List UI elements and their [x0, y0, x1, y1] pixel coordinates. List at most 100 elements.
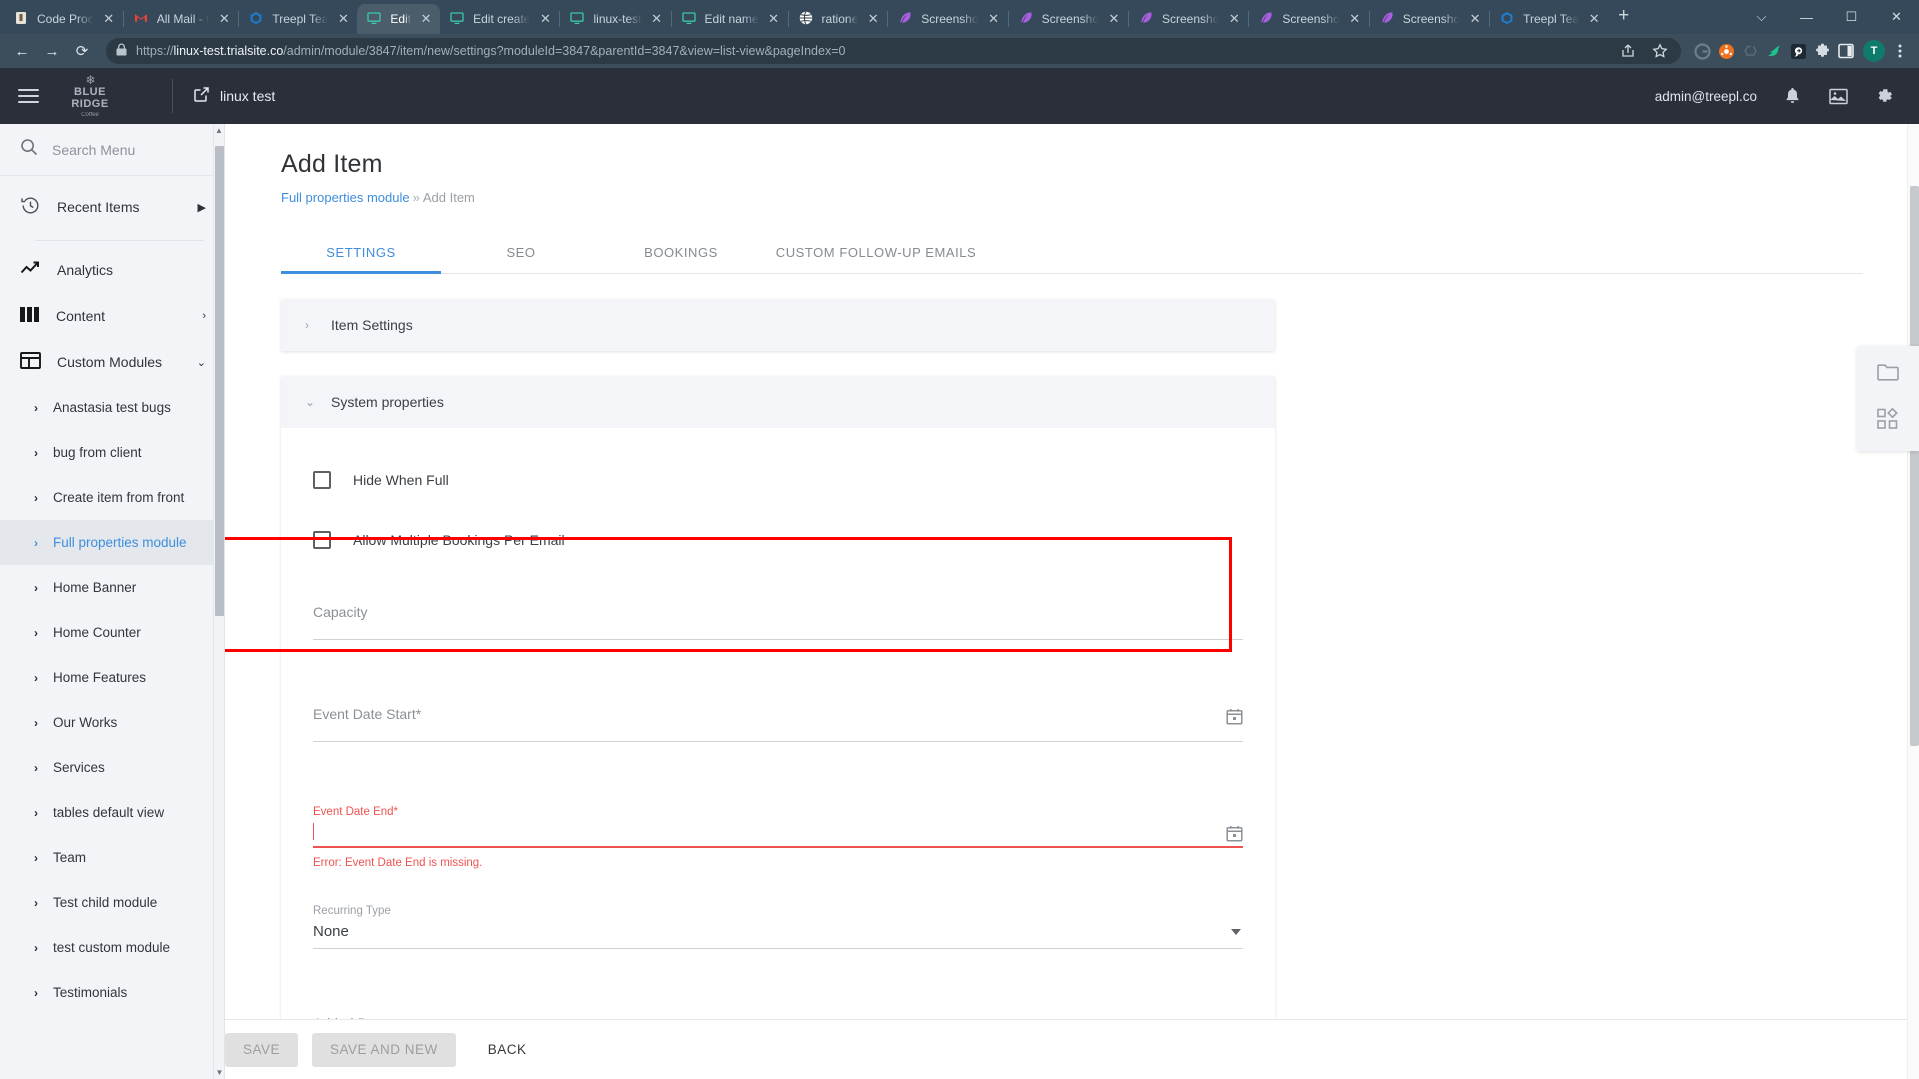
tab-close-icon[interactable]: ✕: [418, 11, 434, 27]
main-scroll-thumb[interactable]: [1910, 186, 1919, 746]
share-icon[interactable]: [1617, 40, 1639, 62]
browser-tab[interactable]: Treepl Tea ✕: [1490, 4, 1608, 34]
tab-close-icon[interactable]: ✕: [335, 11, 351, 27]
sidebar-item-analytics[interactable]: Analytics: [0, 247, 224, 293]
browser-tab[interactable]: Edit name ✕: [672, 4, 788, 34]
puzzle-icon[interactable]: [1811, 40, 1833, 62]
tab-close-icon[interactable]: ✕: [766, 11, 782, 27]
tab-close-icon[interactable]: ✕: [101, 11, 117, 27]
sidebar-module-item[interactable]: › Home Counter: [0, 610, 224, 655]
folder-icon[interactable]: [1877, 362, 1899, 386]
main-scrollbar[interactable]: [1907, 124, 1919, 1079]
reload-icon[interactable]: ⟳: [68, 37, 96, 65]
sidebar-scroll-thumb[interactable]: [215, 146, 224, 616]
profile-avatar[interactable]: T: [1863, 40, 1885, 62]
site-link[interactable]: linux test: [193, 86, 275, 106]
tab-close-icon[interactable]: ✕: [537, 11, 553, 27]
scroll-down-arrow-icon[interactable]: ▼: [214, 1066, 225, 1079]
sidebar-module-item[interactable]: › Services: [0, 745, 224, 790]
minimize-button[interactable]: —: [1784, 0, 1829, 34]
bell-icon[interactable]: [1781, 85, 1803, 107]
sidebar-module-item[interactable]: › Team: [0, 835, 224, 880]
calendar-icon[interactable]: [1226, 825, 1243, 847]
sidebar-item-custom-modules[interactable]: Custom Modules ⌄: [0, 339, 224, 385]
search-input[interactable]: [52, 141, 204, 158]
sidebar-search[interactable]: [0, 124, 224, 176]
panel-system-properties-header[interactable]: ⌄ System properties: [281, 376, 1275, 428]
tab-close-icon[interactable]: ✕: [986, 11, 1002, 27]
sidebar-module-item[interactable]: › Test child module: [0, 880, 224, 925]
browser-tab[interactable]: Screensho ✕: [1249, 4, 1368, 34]
field-added-by[interactable]: Added By View: [313, 995, 1073, 1019]
tab-close-icon[interactable]: ✕: [1467, 11, 1483, 27]
field-event-date-end[interactable]: Event Date End* Error: Event Date End is…: [313, 786, 1243, 869]
browser-tab[interactable]: Screensho ✕: [1009, 4, 1128, 34]
sidebar-module-item[interactable]: › bug from client: [0, 430, 224, 475]
address-bar[interactable]: https://linux-test.trialsite.co/admin/mo…: [106, 38, 1681, 64]
tab-search-icon[interactable]: ⌵: [1739, 0, 1784, 34]
sidebar-module-item[interactable]: › Home Features: [0, 655, 224, 700]
tab-close-icon[interactable]: ✕: [1226, 11, 1242, 27]
sidebar-module-item[interactable]: › Testimonials: [0, 970, 224, 1015]
save-and-new-button[interactable]: SAVE AND NEW: [312, 1032, 456, 1067]
sidebar-module-item[interactable]: › test custom module: [0, 925, 224, 970]
sidebar-item-recent-items[interactable]: Recent Items ▶: [0, 180, 224, 234]
sidebar-module-item[interactable]: › tables default view: [0, 790, 224, 835]
sidebar-module-item[interactable]: › Anastasia test bugs: [0, 385, 224, 430]
tab-close-icon[interactable]: ✕: [216, 11, 232, 27]
menu-toggle-icon[interactable]: [0, 89, 56, 103]
browser-tab[interactable]: Code Proc ✕: [4, 4, 123, 34]
browser-tab[interactable]: linux-test ✕: [560, 4, 670, 34]
close-window-button[interactable]: ✕: [1874, 0, 1919, 34]
sidebar-scrollbar[interactable]: ▲ ▼: [213, 124, 224, 1079]
sidebar-module-item[interactable]: › Full properties module: [0, 520, 224, 565]
sidebar-module-item[interactable]: › Create item from front: [0, 475, 224, 520]
browser-tab[interactable]: Treepl Tea ✕: [239, 4, 357, 34]
star-icon[interactable]: [1649, 40, 1671, 62]
tab-close-icon[interactable]: ✕: [649, 11, 665, 27]
back-button[interactable]: BACK: [470, 1033, 545, 1067]
checkbox-hide-when-full[interactable]: [313, 471, 331, 489]
tab-close-icon[interactable]: ✕: [1106, 11, 1122, 27]
back-icon[interactable]: ←: [8, 37, 36, 65]
browser-tab[interactable]: Screensho ✕: [888, 4, 1007, 34]
green-bird-icon[interactable]: [1763, 40, 1785, 62]
panel-item-settings-header[interactable]: › Item Settings: [281, 299, 1275, 351]
checkbox-allow-multiple-bookings-per-email[interactable]: [313, 531, 331, 549]
tab-settings[interactable]: SETTINGS: [281, 231, 441, 274]
maximize-button[interactable]: ☐: [1829, 0, 1874, 34]
new-tab-button[interactable]: +: [1608, 5, 1639, 30]
browser-tab[interactable]: Screensho ✕: [1370, 4, 1489, 34]
orange-ext-icon[interactable]: [1715, 40, 1737, 62]
widgets-icon[interactable]: [1877, 407, 1899, 435]
tab-close-icon[interactable]: ✕: [1347, 11, 1363, 27]
tab-seo[interactable]: SEO: [441, 231, 601, 273]
chevron-down-icon[interactable]: [1231, 929, 1241, 935]
browser-tab-active[interactable]: Edit ✕: [357, 4, 441, 34]
forward-icon[interactable]: →: [38, 37, 66, 65]
sidebar-module-item[interactable]: › Home Banner: [0, 565, 224, 610]
user-email[interactable]: admin@treepl.co: [1655, 89, 1757, 104]
breadcrumb-link[interactable]: Full properties module: [281, 190, 410, 205]
field-event-date-start[interactable]: Event Date Start*: [313, 686, 1243, 742]
browser-tab[interactable]: Edit create ✕: [440, 4, 559, 34]
browser-tab[interactable]: All Mail - t ✕: [124, 4, 239, 34]
scroll-up-arrow-icon[interactable]: ▲: [214, 124, 224, 137]
tab-close-icon[interactable]: ✕: [1586, 11, 1602, 27]
kebab-menu-icon[interactable]: [1889, 40, 1911, 62]
image-icon[interactable]: [1827, 85, 1849, 107]
sidepanel-icon[interactable]: [1835, 40, 1857, 62]
tab-bookings[interactable]: BOOKINGS: [601, 231, 761, 273]
grammarly-icon[interactable]: [1691, 40, 1713, 62]
browser-tab[interactable]: Screensho ✕: [1129, 4, 1248, 34]
field-capacity[interactable]: Capacity: [313, 584, 1243, 640]
checkbox-row-hide-when-full[interactable]: Hide When Full: [313, 450, 1243, 510]
browser-tab[interactable]: ratione ✕: [789, 4, 888, 34]
tab-close-icon[interactable]: ✕: [865, 11, 881, 27]
sidebar-module-item[interactable]: › Our Works: [0, 700, 224, 745]
checkbox-row-allow-multiple-bookings[interactable]: Allow Multiple Bookings Per Email: [313, 510, 1243, 570]
recycle-icon[interactable]: [1739, 40, 1761, 62]
pocket-icon[interactable]: [1787, 40, 1809, 62]
save-button[interactable]: SAVE: [225, 1032, 299, 1067]
sidebar-item-content[interactable]: Content ›: [0, 293, 224, 339]
